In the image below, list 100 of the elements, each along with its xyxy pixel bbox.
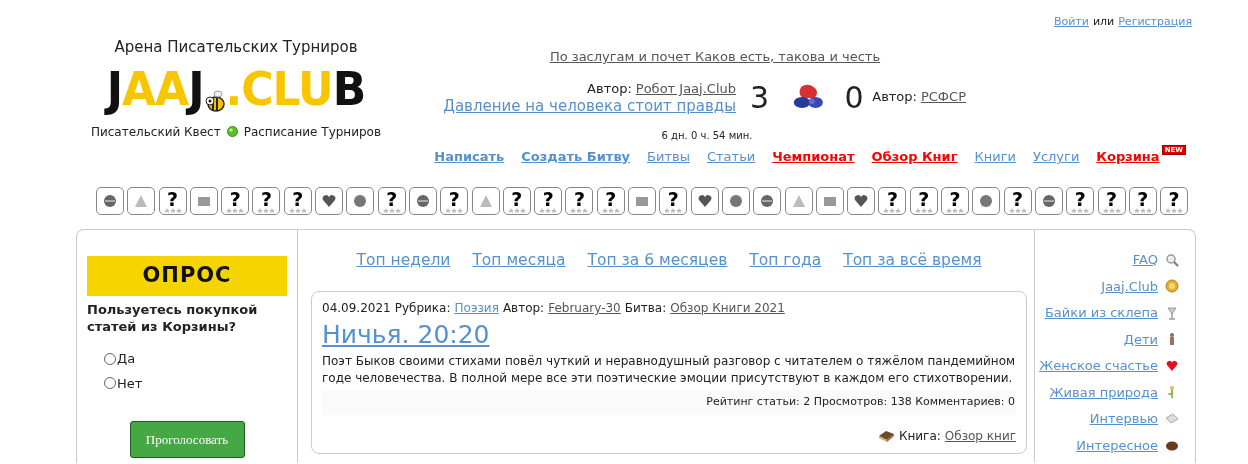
trinket-icon xyxy=(853,193,870,209)
award-tile[interactable]: ? xyxy=(440,187,469,215)
search-icon xyxy=(1165,252,1179,267)
nav-link[interactable]: Корзина xyxy=(1096,147,1160,167)
award-tile[interactable]: ? xyxy=(377,187,406,215)
site-tagline: Арена Писательских Турниров xyxy=(114,37,358,58)
poll-question: Пользуетесь покупкой статей из Корзины? xyxy=(87,301,259,335)
schedule-link[interactable]: Расписание Турниров xyxy=(243,122,382,141)
award-tile[interactable]: ? xyxy=(1128,187,1157,215)
trinket-icon xyxy=(696,193,713,209)
stars-icon xyxy=(1133,208,1152,213)
award-tile[interactable]: ? xyxy=(221,187,250,215)
award-tile[interactable] xyxy=(847,187,876,215)
book-link[interactable]: Обзор книг xyxy=(944,426,1016,445)
score: 0 xyxy=(844,78,865,117)
award-tile[interactable]: ? xyxy=(1003,187,1032,215)
award-tile[interactable]: ? xyxy=(909,187,938,215)
stars-icon xyxy=(601,208,620,213)
nav-link[interactable]: Обзор Книг xyxy=(871,147,958,167)
stars-icon xyxy=(507,208,526,213)
book-icon xyxy=(877,429,895,442)
stars-icon xyxy=(539,208,558,213)
auth-separator: или xyxy=(1092,14,1115,30)
stars-icon xyxy=(163,208,182,213)
heart-icon xyxy=(1165,358,1179,373)
quest-link[interactable]: Писательский Квест xyxy=(90,122,221,141)
battle-label: Битва: xyxy=(624,300,667,318)
award-tile[interactable] xyxy=(972,187,1001,215)
stars-icon xyxy=(1071,208,1090,213)
goblet-icon xyxy=(1165,305,1179,320)
award-tile[interactable] xyxy=(721,187,750,215)
award-tile[interactable] xyxy=(753,187,782,215)
award-tile[interactable] xyxy=(346,187,375,215)
stars-icon xyxy=(1165,208,1184,213)
award-tile[interactable]: ? xyxy=(565,187,594,215)
award-tile[interactable]: ? xyxy=(941,187,969,215)
stars-icon xyxy=(288,208,307,213)
stars-icon xyxy=(1102,208,1121,213)
battle-timer: 6 дн. 0 ч. 54 мин. xyxy=(661,128,753,143)
award-tile[interactable] xyxy=(96,187,124,215)
stars-icon xyxy=(914,208,933,213)
stars-icon xyxy=(445,208,464,213)
stars-icon xyxy=(1008,208,1027,213)
award-tile[interactable] xyxy=(127,187,156,215)
trinket-icon xyxy=(790,193,807,209)
award-tile[interactable]: ? xyxy=(659,187,688,215)
battle-link[interactable]: Обзор Книги 2021 xyxy=(670,299,785,318)
author-label: Автор: xyxy=(872,88,917,107)
note-icon xyxy=(1165,411,1179,426)
trinket-icon xyxy=(759,193,776,209)
trinket-icon xyxy=(1040,193,1057,209)
award-tile[interactable] xyxy=(471,187,500,215)
author-link[interactable]: Робот Jaaj.Club xyxy=(635,78,736,99)
author-link[interactable]: РСФСР xyxy=(920,87,966,107)
award-tile[interactable] xyxy=(784,187,813,215)
author-label: Автор: xyxy=(502,300,545,318)
award-tile[interactable] xyxy=(189,187,218,215)
award-tile[interactable]: ? xyxy=(252,187,281,215)
award-tile[interactable] xyxy=(408,187,437,215)
trinket-icon xyxy=(414,193,431,209)
award-tile[interactable] xyxy=(690,187,719,215)
award-tile[interactable]: ? xyxy=(878,187,907,215)
book-label: Книга: xyxy=(898,427,941,445)
stars-icon xyxy=(946,208,964,213)
author-label: Автор: xyxy=(587,79,632,98)
stars-icon xyxy=(257,208,276,213)
award-tile[interactable]: ? xyxy=(1066,187,1095,215)
trinket-icon xyxy=(727,193,744,209)
award-tile[interactable] xyxy=(628,187,657,215)
award-tile[interactable] xyxy=(815,187,844,215)
award-tile[interactable]: ? xyxy=(596,187,625,215)
trinket-icon xyxy=(477,193,494,209)
nav-link[interactable]: Чемпионат xyxy=(772,147,855,167)
coin-icon xyxy=(1165,279,1179,294)
poll-option[interactable]: Да xyxy=(104,349,287,369)
stars-icon xyxy=(664,208,683,213)
trinket-icon xyxy=(133,193,150,209)
award-tile[interactable]: ? xyxy=(158,187,187,215)
award-tile[interactable]: ? xyxy=(1097,187,1126,215)
stars-icon xyxy=(226,208,245,213)
award-tile[interactable] xyxy=(315,187,344,215)
stars-icon xyxy=(883,208,902,213)
award-tile[interactable]: ? xyxy=(502,187,531,215)
motto-link[interactable]: По заслугам и почет Каков есть, такова и честь xyxy=(549,47,881,67)
award-tile[interactable]: ? xyxy=(1160,187,1189,215)
trinket-icon xyxy=(978,193,995,209)
status-dot-icon xyxy=(226,126,238,137)
stars-icon xyxy=(570,208,589,213)
article-excerpt: Поэт Быков своими стихами повёл чуткий и неравнодушный разговор с читателем о тяжёлом пандемийном годе человечества. В полной мере все эти поэтические эмоции присутствуют в каждом его стихотворении. xyxy=(322,353,1016,388)
award-tile[interactable]: ? xyxy=(534,187,563,215)
article-date: 04.09.2021 xyxy=(322,300,391,318)
award-tile[interactable] xyxy=(1034,187,1063,215)
author-link[interactable]: February-30 xyxy=(548,299,621,318)
trinket-icon xyxy=(102,193,118,209)
poll-option[interactable]: Нет xyxy=(104,373,287,393)
score: 3 xyxy=(750,78,771,117)
trinket-icon xyxy=(352,193,369,209)
poll-title: ОПРОС xyxy=(87,256,287,296)
award-tile[interactable]: ? xyxy=(283,187,312,215)
article-stats: Рейтинг статьи: 2 Просмотров: 138 Комментариев: 0 xyxy=(322,390,1016,415)
